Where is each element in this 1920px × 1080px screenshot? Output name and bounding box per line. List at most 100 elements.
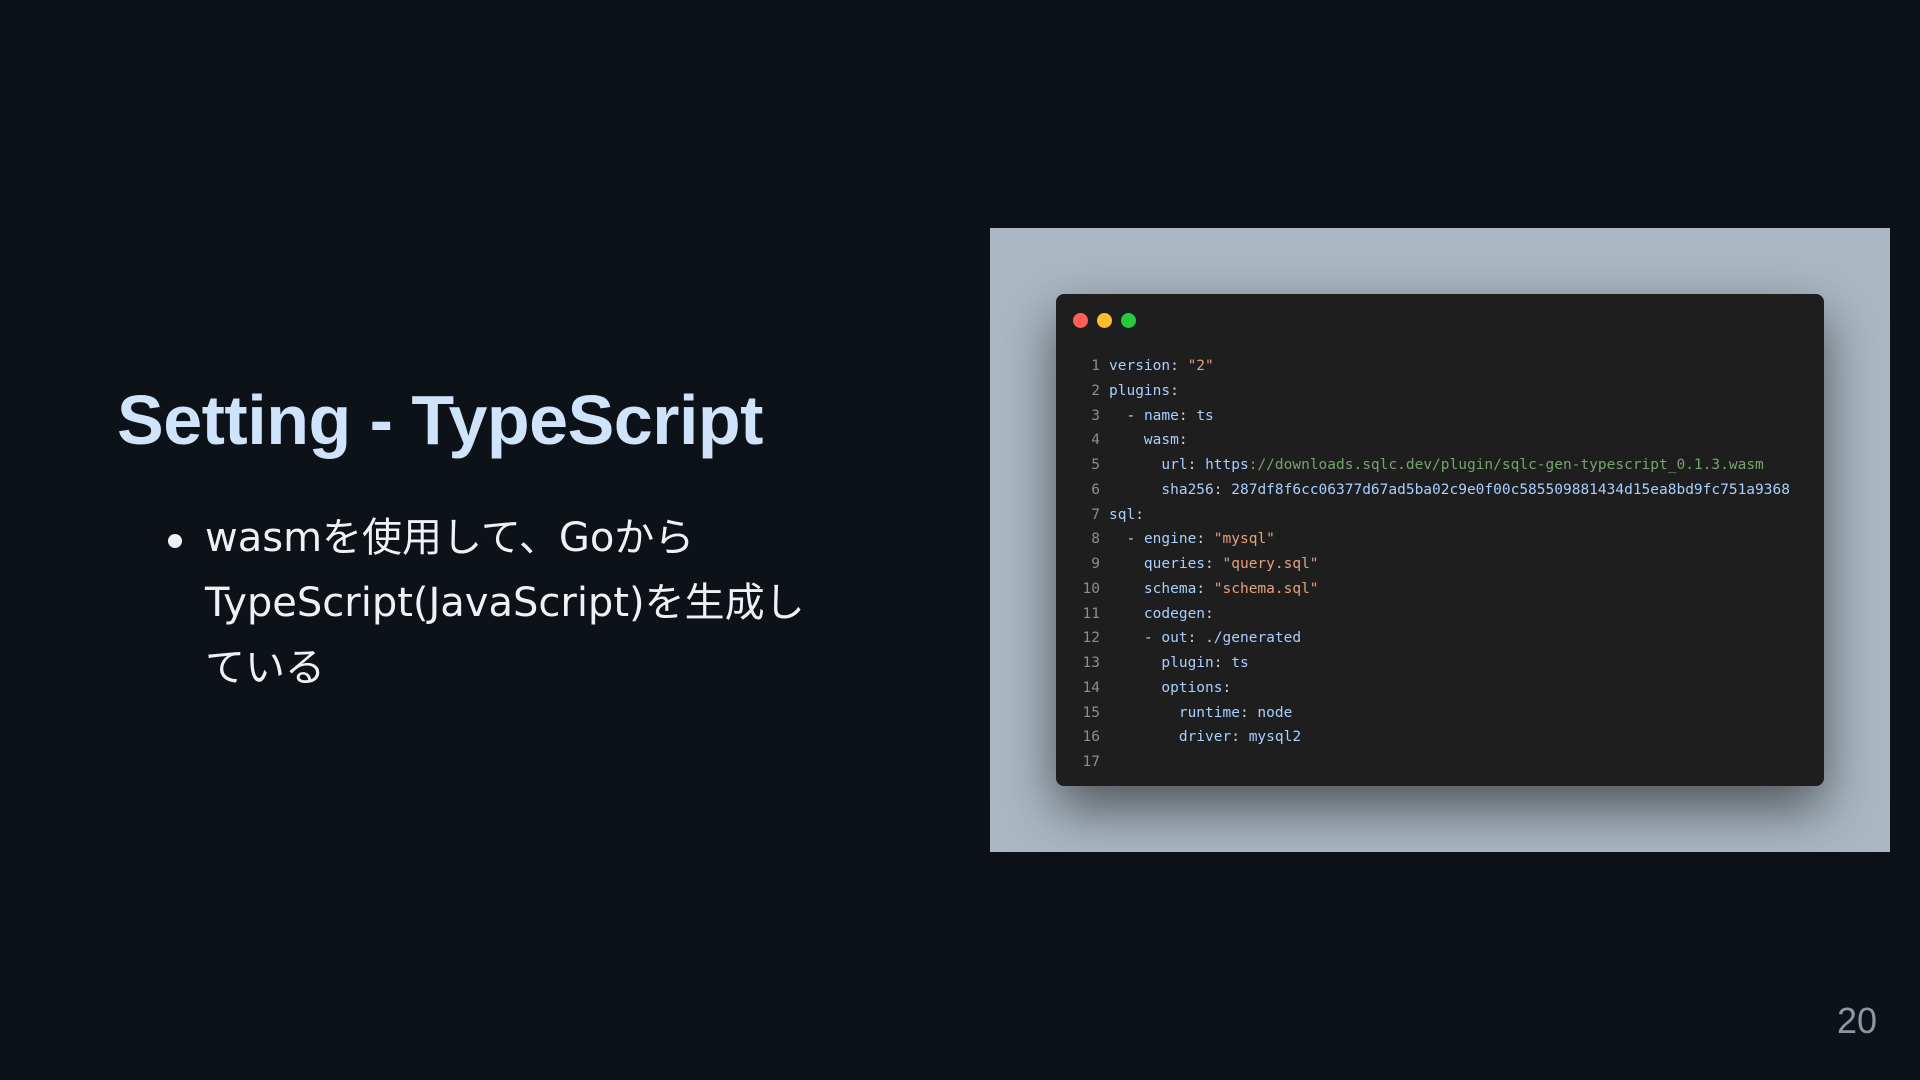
line-number: 1 (1091, 358, 1100, 374)
code-line: 9 queries: "query.sql" (1056, 552, 1824, 577)
code-line: 14 options: (1056, 676, 1824, 701)
line-code: codegen: (1100, 602, 1214, 627)
line-number: 15 (1082, 704, 1100, 721)
code-token: version (1109, 358, 1171, 374)
line-number: 7 (1091, 506, 1100, 523)
code-line: 10 schema: "schema.sql" (1056, 577, 1824, 602)
line-number: 16 (1082, 729, 1100, 746)
line-number: 13 (1082, 655, 1100, 671)
maximize-dot-icon (1121, 313, 1136, 328)
line-number: 17 (1082, 754, 1100, 770)
code-token: name (1143, 407, 1179, 424)
code-line: 8 - engine: "mysql" (1056, 527, 1824, 552)
bullet-dot-icon (168, 534, 182, 548)
code-token: node (1257, 704, 1293, 721)
code-token: runtime (1178, 704, 1240, 721)
code-line: 13 plugin: ts (1056, 651, 1824, 676)
code-line: 2 plugins: (1056, 379, 1824, 404)
line-number: 8 (1091, 531, 1100, 548)
code-token: - (1126, 407, 1144, 424)
code-token: wasm (1143, 432, 1179, 449)
line-code: schema: "schema.sql" (1100, 577, 1319, 602)
code-token: out (1161, 630, 1188, 647)
code-token: : (1205, 556, 1223, 572)
line-number: 11 (1082, 605, 1100, 622)
code-block: 1 version: "2" 2 plugins: 3 - name: ts 4 wasm… (1056, 354, 1824, 775)
bullet-item: wasmを使用して、GoからTypeScript(JavaScript)を生成し… (0, 506, 805, 701)
line-code: wasm: (1100, 428, 1188, 453)
code-token: : (1170, 382, 1179, 399)
code-token: : (1196, 531, 1214, 548)
code-token: mysql2 (1248, 729, 1302, 746)
code-token: schema (1143, 580, 1197, 597)
code-token: : (1213, 481, 1232, 498)
line-code: options: (1100, 676, 1231, 701)
code-token: : (1205, 605, 1214, 622)
code-token: - (1126, 531, 1144, 548)
line-number: 2 (1091, 382, 1100, 399)
code-token: driver (1178, 729, 1232, 746)
code-token: engine (1143, 531, 1197, 548)
line-code: runtime: node (1100, 701, 1293, 726)
code-window: 1 version: "2" 2 plugins: 3 - name: ts 4 wasm… (1056, 294, 1824, 786)
code-token: : (1170, 358, 1188, 374)
code-token: ts (1196, 407, 1214, 424)
code-token: : (1187, 630, 1206, 647)
line-code: driver: mysql2 (1100, 725, 1301, 750)
code-line: 5 url: https://downloads.sqlc.dev/plugin… (1056, 453, 1824, 478)
code-line: 3 - name: ts (1056, 404, 1824, 429)
window-controls (1073, 313, 1136, 328)
line-number: 6 (1091, 481, 1100, 498)
code-line: 7 sql: (1056, 503, 1824, 528)
code-screenshot-frame: 1 version: "2" 2 plugins: 3 - name: ts 4 wasm… (990, 228, 1890, 852)
code-token: plugin (1161, 655, 1214, 671)
code-token: sha256 (1161, 481, 1214, 498)
code-token: - (1143, 630, 1162, 647)
line-number: 14 (1082, 679, 1100, 696)
line-number: 10 (1082, 580, 1100, 597)
code-token: "mysql" (1213, 531, 1275, 548)
code-token: : (1213, 655, 1232, 671)
line-code: - name: ts (1100, 404, 1214, 429)
code-line: 6 sha256: 287df8f6cc06377d67ad5ba02c9e0f… (1056, 478, 1824, 503)
code-token: : (1222, 679, 1232, 696)
line-code: queries: "query.sql" (1100, 552, 1319, 577)
code-token: plugins (1109, 382, 1171, 399)
code-token: codegen (1143, 605, 1206, 622)
line-code: sha256: 287df8f6cc06377d67ad5ba02c9e0f00… (1100, 478, 1790, 503)
line-number: 4 (1091, 432, 1100, 449)
line-code: - out: ./generated (1100, 626, 1301, 651)
code-token: queries (1143, 556, 1206, 572)
code-token: : (1231, 729, 1249, 746)
line-number: 5 (1091, 457, 1100, 473)
line-number: 12 (1082, 630, 1100, 647)
bullet-list: wasmを使用して、GoからTypeScript(JavaScript)を生成し… (0, 506, 860, 701)
bullet-text: wasmを使用して、GoからTypeScript(JavaScript)を生成し… (205, 515, 805, 691)
code-token: 287df8f6cc06377d67ad5ba02c9e0f00c5855098… (1231, 481, 1790, 498)
line-code: - engine: "mysql" (1100, 527, 1275, 552)
slide-title: Setting - TypeScript (117, 381, 763, 459)
page-number: 20 (1836, 1000, 1877, 1041)
code-line: 1 version: "2" (1056, 354, 1824, 379)
code-token: url (1161, 457, 1188, 473)
code-line: 11 codegen: (1056, 602, 1824, 627)
code-token: "2" (1187, 358, 1214, 374)
line-code: url: https://downloads.sqlc.dev/plugin/s… (1100, 453, 1763, 478)
line-code: plugins: (1100, 379, 1179, 404)
code-token: "query.sql" (1222, 556, 1319, 572)
code-token: : (1239, 704, 1258, 721)
code-token: options (1161, 679, 1223, 696)
line-code: version: "2" (1100, 354, 1214, 379)
code-token: sql (1109, 506, 1136, 523)
